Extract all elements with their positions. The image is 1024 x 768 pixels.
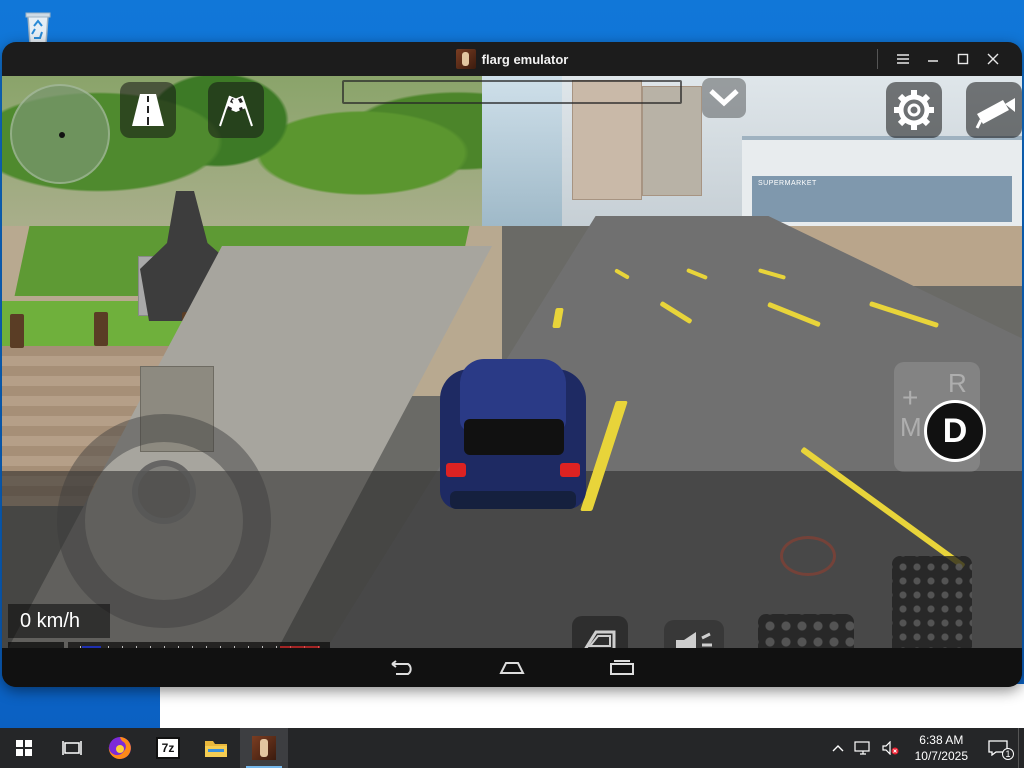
- speed-readout: 0 km/h: [8, 604, 110, 638]
- store-sign: SUPERMARKET: [758, 180, 817, 187]
- 7zip-label: 7z: [156, 737, 180, 759]
- chevron-up-icon[interactable]: [827, 728, 849, 768]
- separator: [877, 49, 878, 69]
- steering-wheel-hub[interactable]: [132, 460, 196, 524]
- brake-pedal-icon[interactable]: [758, 614, 854, 648]
- gear-icon[interactable]: [886, 82, 942, 138]
- task-view-icon[interactable]: [48, 728, 96, 768]
- top-banner-frame: [342, 80, 682, 104]
- taskbar: 7z 6:38 AM 10/7/2025 1: [0, 728, 1024, 768]
- flarg-emulator-icon[interactable]: [240, 728, 288, 768]
- windows-start-icon[interactable]: [0, 728, 48, 768]
- gear-reverse-label[interactable]: R: [948, 368, 967, 399]
- car-rear-window: [464, 419, 564, 455]
- home-icon[interactable]: [497, 658, 527, 678]
- car-tail-light: [446, 463, 466, 477]
- game-viewport[interactable]: SUPERMARKET R + M D 0 km/h: [2, 76, 1022, 648]
- fence-post: [10, 314, 24, 348]
- player-marker: [59, 132, 65, 138]
- menu-icon[interactable]: [888, 42, 918, 76]
- network-icon[interactable]: [849, 728, 877, 768]
- car-tail-light: [560, 463, 580, 477]
- maximize-icon[interactable]: [948, 42, 978, 76]
- close-icon[interactable]: [978, 42, 1008, 76]
- checkered-flags-icon[interactable]: [208, 82, 264, 138]
- player-car: [440, 359, 590, 519]
- show-desktop-button[interactable]: [1018, 728, 1024, 768]
- camera-icon[interactable]: [966, 82, 1022, 138]
- gear-manual-label[interactable]: M: [900, 412, 922, 443]
- file-explorer-icon[interactable]: [192, 728, 240, 768]
- window-title: flarg emulator: [481, 51, 569, 67]
- gas-pedal-icon[interactable]: [892, 556, 972, 648]
- notification-count: 1: [1002, 748, 1014, 760]
- system-tray: 6:38 AM 10/7/2025 1: [827, 728, 1024, 768]
- horn-icon[interactable]: [664, 620, 724, 648]
- emulator-window: flarg emulator SUPERMARKET R + M D 0 km/…: [2, 42, 1022, 687]
- clock[interactable]: 6:38 AM 10/7/2025: [905, 732, 978, 764]
- fence-post: [94, 312, 108, 346]
- road-icon[interactable]: [120, 82, 176, 138]
- handbrake-indicator: [780, 536, 836, 576]
- minimize-icon[interactable]: [918, 42, 948, 76]
- flarg-app-icon: [455, 49, 476, 69]
- title-bar[interactable]: flarg emulator: [2, 42, 1022, 76]
- clock-date: 10/7/2025: [914, 749, 968, 763]
- car-bumper: [450, 491, 576, 509]
- chevron-down-icon[interactable]: [702, 78, 746, 118]
- firefox-icon[interactable]: [96, 728, 144, 768]
- background-window: [160, 684, 1024, 730]
- recents-icon[interactable]: [607, 658, 637, 678]
- clock-time: 6:38 AM: [919, 733, 964, 747]
- car-door-icon[interactable]: [572, 616, 628, 648]
- minimap[interactable]: [10, 84, 110, 184]
- gear-plus-label[interactable]: +: [902, 382, 918, 414]
- volume-muted-icon[interactable]: [877, 728, 905, 768]
- notifications-icon[interactable]: 1: [978, 728, 1018, 768]
- back-icon[interactable]: [387, 658, 417, 678]
- 7zip-icon[interactable]: 7z: [144, 728, 192, 768]
- android-nav-bar: [2, 648, 1022, 687]
- gear-drive-button[interactable]: D: [924, 400, 986, 462]
